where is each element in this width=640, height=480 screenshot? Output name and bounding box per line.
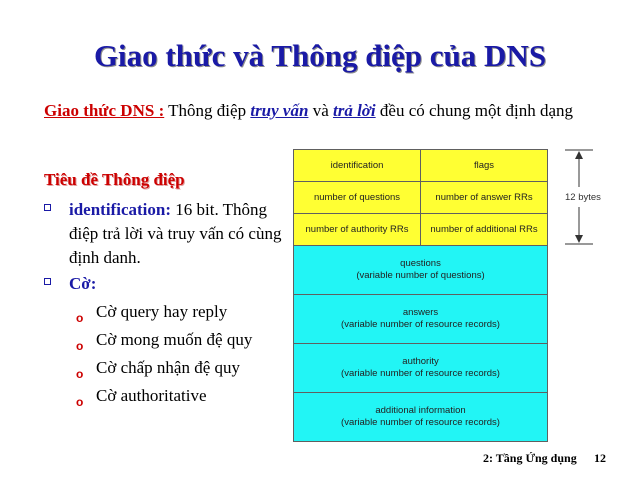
- section-name: additional information: [375, 405, 466, 416]
- flag-text: Cờ authoritative: [96, 386, 207, 405]
- table-cell: identification: [294, 150, 420, 181]
- table-row: additional information (variable number …: [294, 393, 547, 441]
- table-cell: flags: [420, 150, 547, 181]
- flag-text: Cờ mong muốn đệ quy: [96, 330, 253, 349]
- table-cell: number of answer RRs: [420, 182, 547, 213]
- bullet-label: Cờ:: [69, 274, 97, 293]
- intro-reply: trả lời: [332, 101, 376, 120]
- dns-message-format-table: identification flags number of questions…: [293, 149, 548, 442]
- intro-text-3: đều có chung một định dạng: [375, 101, 574, 120]
- flag-item: o Cờ mong muốn đệ quy: [76, 329, 253, 353]
- table-row: questions (variable number of questions): [294, 246, 547, 295]
- table-cell: number of additional RRs: [420, 214, 547, 245]
- table-row: answers (variable number of resource rec…: [294, 295, 547, 344]
- message-header-heading: Tiêu đề Thông điệp: [44, 170, 185, 189]
- section-answers: answers (variable number of resource rec…: [294, 295, 547, 343]
- table-row: identification flags: [294, 150, 547, 182]
- table-row: number of questions number of answer RRs: [294, 182, 547, 214]
- flag-text: Cờ chấp nhận đệ quy: [96, 358, 241, 377]
- footer-chapter: 2: Tầng Ứng dụng: [483, 451, 577, 465]
- flag-text: Cờ query hay reply: [96, 302, 228, 321]
- circle-bullet-icon: o: [76, 339, 84, 353]
- circle-bullet-icon: o: [76, 367, 84, 381]
- section-name: authority: [402, 356, 439, 367]
- header-size-label: 12 bytes: [565, 192, 601, 203]
- section-desc: (variable number of resource records): [341, 417, 500, 428]
- table-cell: number of questions: [294, 182, 420, 213]
- circle-bullet-icon: o: [76, 395, 84, 409]
- flag-item: o Cờ chấp nhận đệ quy: [76, 357, 241, 381]
- table-row: number of authority RRs number of additi…: [294, 214, 547, 246]
- table-cell: number of authority RRs: [294, 214, 420, 245]
- section-name: answers: [402, 307, 439, 318]
- intro-query: truy vấn: [250, 101, 309, 120]
- flag-item: o Cờ query hay reply: [76, 301, 228, 325]
- section-additional: additional information (variable number …: [294, 393, 547, 441]
- bullet-identification: identification: 16 bit. Thông điệp trả l…: [44, 198, 284, 270]
- page-number: 12: [594, 451, 606, 465]
- circle-bullet-icon: o: [76, 311, 84, 325]
- square-bullet-icon: [44, 204, 51, 211]
- section-desc: (variable number of questions): [356, 270, 485, 281]
- section-desc: (variable number of resource records): [341, 368, 500, 379]
- slide-title: Giao thức và Thông điệp của DNS: [93, 38, 547, 73]
- intro-paragraph: Giao thức DNS : Thông điệp truy vấn và t…: [44, 99, 604, 123]
- bullet-label: identification:: [69, 200, 171, 219]
- intro-label: Giao thức DNS :: [44, 101, 165, 120]
- intro-text-2: và: [308, 101, 333, 120]
- section-name: questions: [400, 258, 441, 269]
- flag-item: o Cờ authoritative: [76, 385, 207, 409]
- section-authority: authority (variable number of resource r…: [294, 344, 547, 392]
- table-row: authority (variable number of resource r…: [294, 344, 547, 393]
- intro-text-1: Thông điệp: [164, 101, 251, 120]
- square-bullet-icon: [44, 278, 51, 285]
- bullet-flags: Cờ:: [44, 272, 284, 296]
- section-questions: questions (variable number of questions): [294, 246, 547, 294]
- section-desc: (variable number of resource records): [341, 319, 500, 330]
